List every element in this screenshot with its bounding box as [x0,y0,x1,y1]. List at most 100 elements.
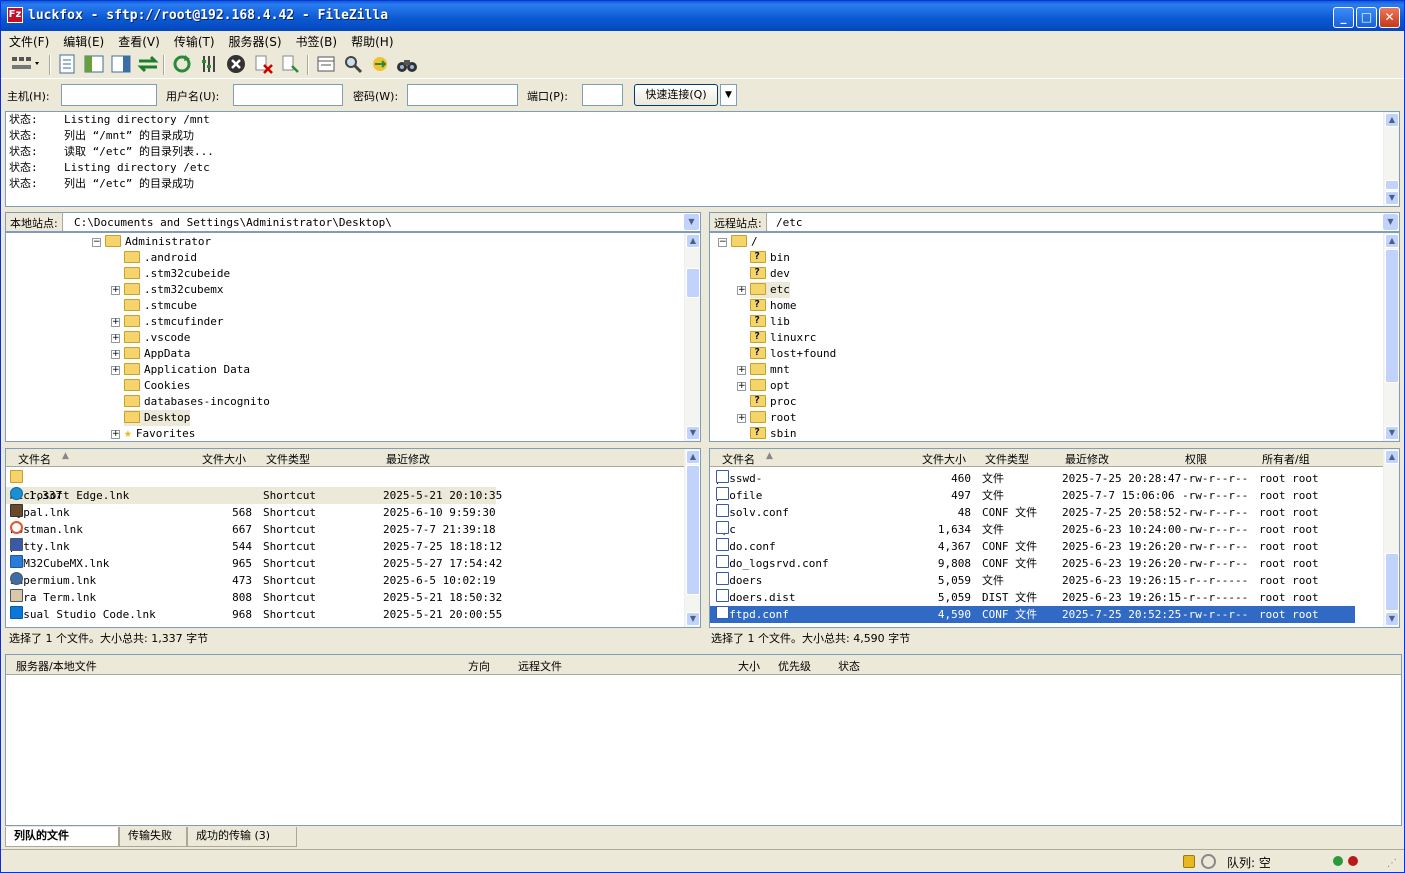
col-priority[interactable]: 优先级 [778,658,811,674]
expand-toggle-icon[interactable]: + [111,318,120,327]
compare-icon[interactable] [369,54,391,76]
tree-node[interactable]: Administrator [105,234,211,250]
speed-limit-icon[interactable] [1201,854,1216,869]
remote-list-scrollbar[interactable]: ▲ ▼ [1383,449,1399,627]
local-path-input[interactable]: C:\Documents and Settings\Administrator\… [74,216,392,229]
tree-node[interactable]: lib [750,313,790,330]
col-modified[interactable]: 最近修改 [1065,451,1109,467]
file-row[interactable]: sudoers 5,059 文件 2025-6-23 19:26:15 -r--r---… [710,572,1355,589]
tree-node[interactable]: opt [750,378,790,394]
file-row[interactable]: sudo.conf 4,367 CONF 文件 2025-6-23 19:26:20-… [710,538,1355,555]
col-filesize[interactable]: 文件大小 [922,451,966,467]
menu-help[interactable]: 帮助(H) [343,31,399,50]
local-tree-scrollbar[interactable]: ▲ ▼ [684,233,700,441]
process-queue-icon[interactable] [198,54,220,76]
menu-server[interactable]: 服务器(S) [221,31,288,50]
cancel-icon[interactable] [225,54,247,76]
tree-node[interactable]: / [731,234,758,250]
log-scrollbar[interactable]: ▲ ▼ [1383,112,1399,206]
tab-queued-files[interactable]: 列队的文件 [5,827,119,847]
menu-file[interactable]: 文件(F) [1,31,55,50]
col-direction[interactable]: 方向 [468,658,490,674]
col-filetype[interactable]: 文件类型 [985,451,1029,467]
remote-path-input[interactable]: /etc [776,216,803,229]
toggle-remote-tree-icon[interactable] [110,54,132,76]
toggle-log-icon[interactable] [56,54,78,76]
site-manager-icon[interactable] [7,54,43,76]
quickconnect-button[interactable]: 快速连接(Q) [634,84,718,106]
tree-node[interactable]: bin [750,249,790,266]
col-owner[interactable]: 所有者/组 [1262,451,1310,467]
filter-icon[interactable] [315,54,337,76]
col-size[interactable]: 大小 [738,658,760,674]
menu-view[interactable]: 查看(V) [110,31,166,50]
tree-node[interactable]: Application Data [124,362,250,378]
tree-node[interactable]: Cookies [124,378,190,394]
tree-node[interactable]: dev [750,265,790,282]
tree-node[interactable]: .android [124,250,197,266]
remote-tree-scrollbar[interactable]: ▲ ▼ [1383,233,1399,441]
file-row[interactable]: passwd- 460 文件 2025-7-25 20:28:47 -rw-r--r--… [710,470,1355,487]
remote-path-dropdown[interactable]: ▼ [1383,214,1398,230]
menu-bookmarks[interactable]: 书签(B) [288,31,344,50]
file-row[interactable]: resolv.conf 48 CONF 文件 2025-7-25 20:58:52 -r… [710,504,1355,521]
file-row[interactable]: Tera Term.lnk 808 Shortcut 2025-5-21 18:50:… [6,589,686,606]
col-local-file[interactable]: 服务器/本地文件 [16,658,97,674]
expand-toggle-icon[interactable]: + [111,334,120,343]
search-icon[interactable] [342,54,364,76]
file-row[interactable]: mypal.lnk 568 Shortcut 2025-6-10 9:59:30 [6,504,686,521]
menu-edit[interactable]: 编辑(E) [55,31,110,50]
expand-toggle-icon[interactable]: + [111,286,120,295]
port-input[interactable] [582,84,623,106]
file-row[interactable]: Visual Studio Code.lnk 968 Shortcut 2025-5-… [6,606,686,623]
disconnect-icon[interactable] [253,54,275,76]
host-input[interactable] [61,84,157,106]
col-modified[interactable]: 最近修改 [386,451,430,467]
file-row[interactable]: putty.lnk 544 Shortcut 2025-7-25 18:18:12 [6,538,686,555]
file-row[interactable]: Supermium.lnk 473 Shortcut 2025-6-5 10:02:1… [6,572,686,589]
col-remote-file[interactable]: 远程文件 [518,658,562,674]
col-filesize[interactable]: 文件大小 [202,451,246,467]
tree-node[interactable]: ★ Favorites [124,426,195,441]
title-bar[interactable]: Fz luckfox - sftp://root@192.168.4.42 - … [1,1,1404,31]
expand-toggle-icon[interactable]: + [111,366,120,375]
file-row[interactable]: Microsoft Edge.lnk 1,337 Shortcut 2025-5-21… [6,487,502,504]
tree-node[interactable]: .vscode [124,330,190,346]
expand-toggle-icon[interactable]: + [737,382,746,391]
tree-node[interactable]: databases-incognito [124,394,270,410]
tree-node[interactable]: lost+found [750,345,836,362]
pass-input[interactable] [407,84,518,106]
maximize-button[interactable]: □ [1356,7,1377,28]
toggle-queue-icon[interactable] [137,54,159,76]
tree-node[interactable]: .stm32cubeide [124,266,230,282]
close-button[interactable]: ✕ [1379,7,1400,28]
file-row[interactable]: profile 497 文件 2025-7-7 15:06:06 -rw-r--r-- r… [710,487,1355,504]
expand-toggle-icon[interactable]: + [737,414,746,423]
file-row[interactable]: STM32CubeMX.lnk 965 Shortcut 2025-5-27 17:5… [6,555,686,572]
toggle-local-tree-icon[interactable] [83,54,105,76]
quickconnect-history-dropdown[interactable]: ▼ [720,84,737,106]
tree-node[interactable]: etc [750,282,790,298]
minimize-button[interactable]: _ [1333,7,1354,28]
menu-transfer[interactable]: 传输(T) [166,31,221,50]
tab-successful-transfers[interactable]: 成功的传输 (3) [187,827,297,847]
expand-toggle-icon[interactable]: + [111,350,120,359]
col-permissions[interactable]: 权限 [1185,451,1207,467]
local-path-dropdown[interactable]: ▼ [684,214,699,230]
col-filename[interactable]: 文件名 [722,451,755,467]
local-list-scrollbar[interactable]: ▲ ▼ [684,449,700,627]
tree-node[interactable]: .stm32cubemx [124,282,223,298]
tab-failed-transfers[interactable]: 传输失败 [119,827,187,847]
expand-toggle-icon[interactable]: + [737,286,746,295]
file-row[interactable]: rpc 1,634 文件 2025-6-23 10:24:00-rw-r--r-- ro… [710,521,1355,538]
file-row[interactable]: vsftpd.conf 4,590 CONF 文件 2025-7-25 20:52:2… [710,606,1355,623]
tree-node[interactable]: mnt [750,362,790,378]
expand-toggle-icon[interactable]: − [92,238,101,247]
file-row[interactable]: .. [6,470,686,487]
tree-node[interactable]: sbin [750,425,797,441]
tree-node[interactable]: proc [750,393,797,410]
tree-node[interactable]: AppData [124,346,190,362]
user-input[interactable] [233,84,343,106]
resize-grip-icon[interactable]: ⋰ [1387,858,1397,869]
col-filetype[interactable]: 文件类型 [266,451,310,467]
